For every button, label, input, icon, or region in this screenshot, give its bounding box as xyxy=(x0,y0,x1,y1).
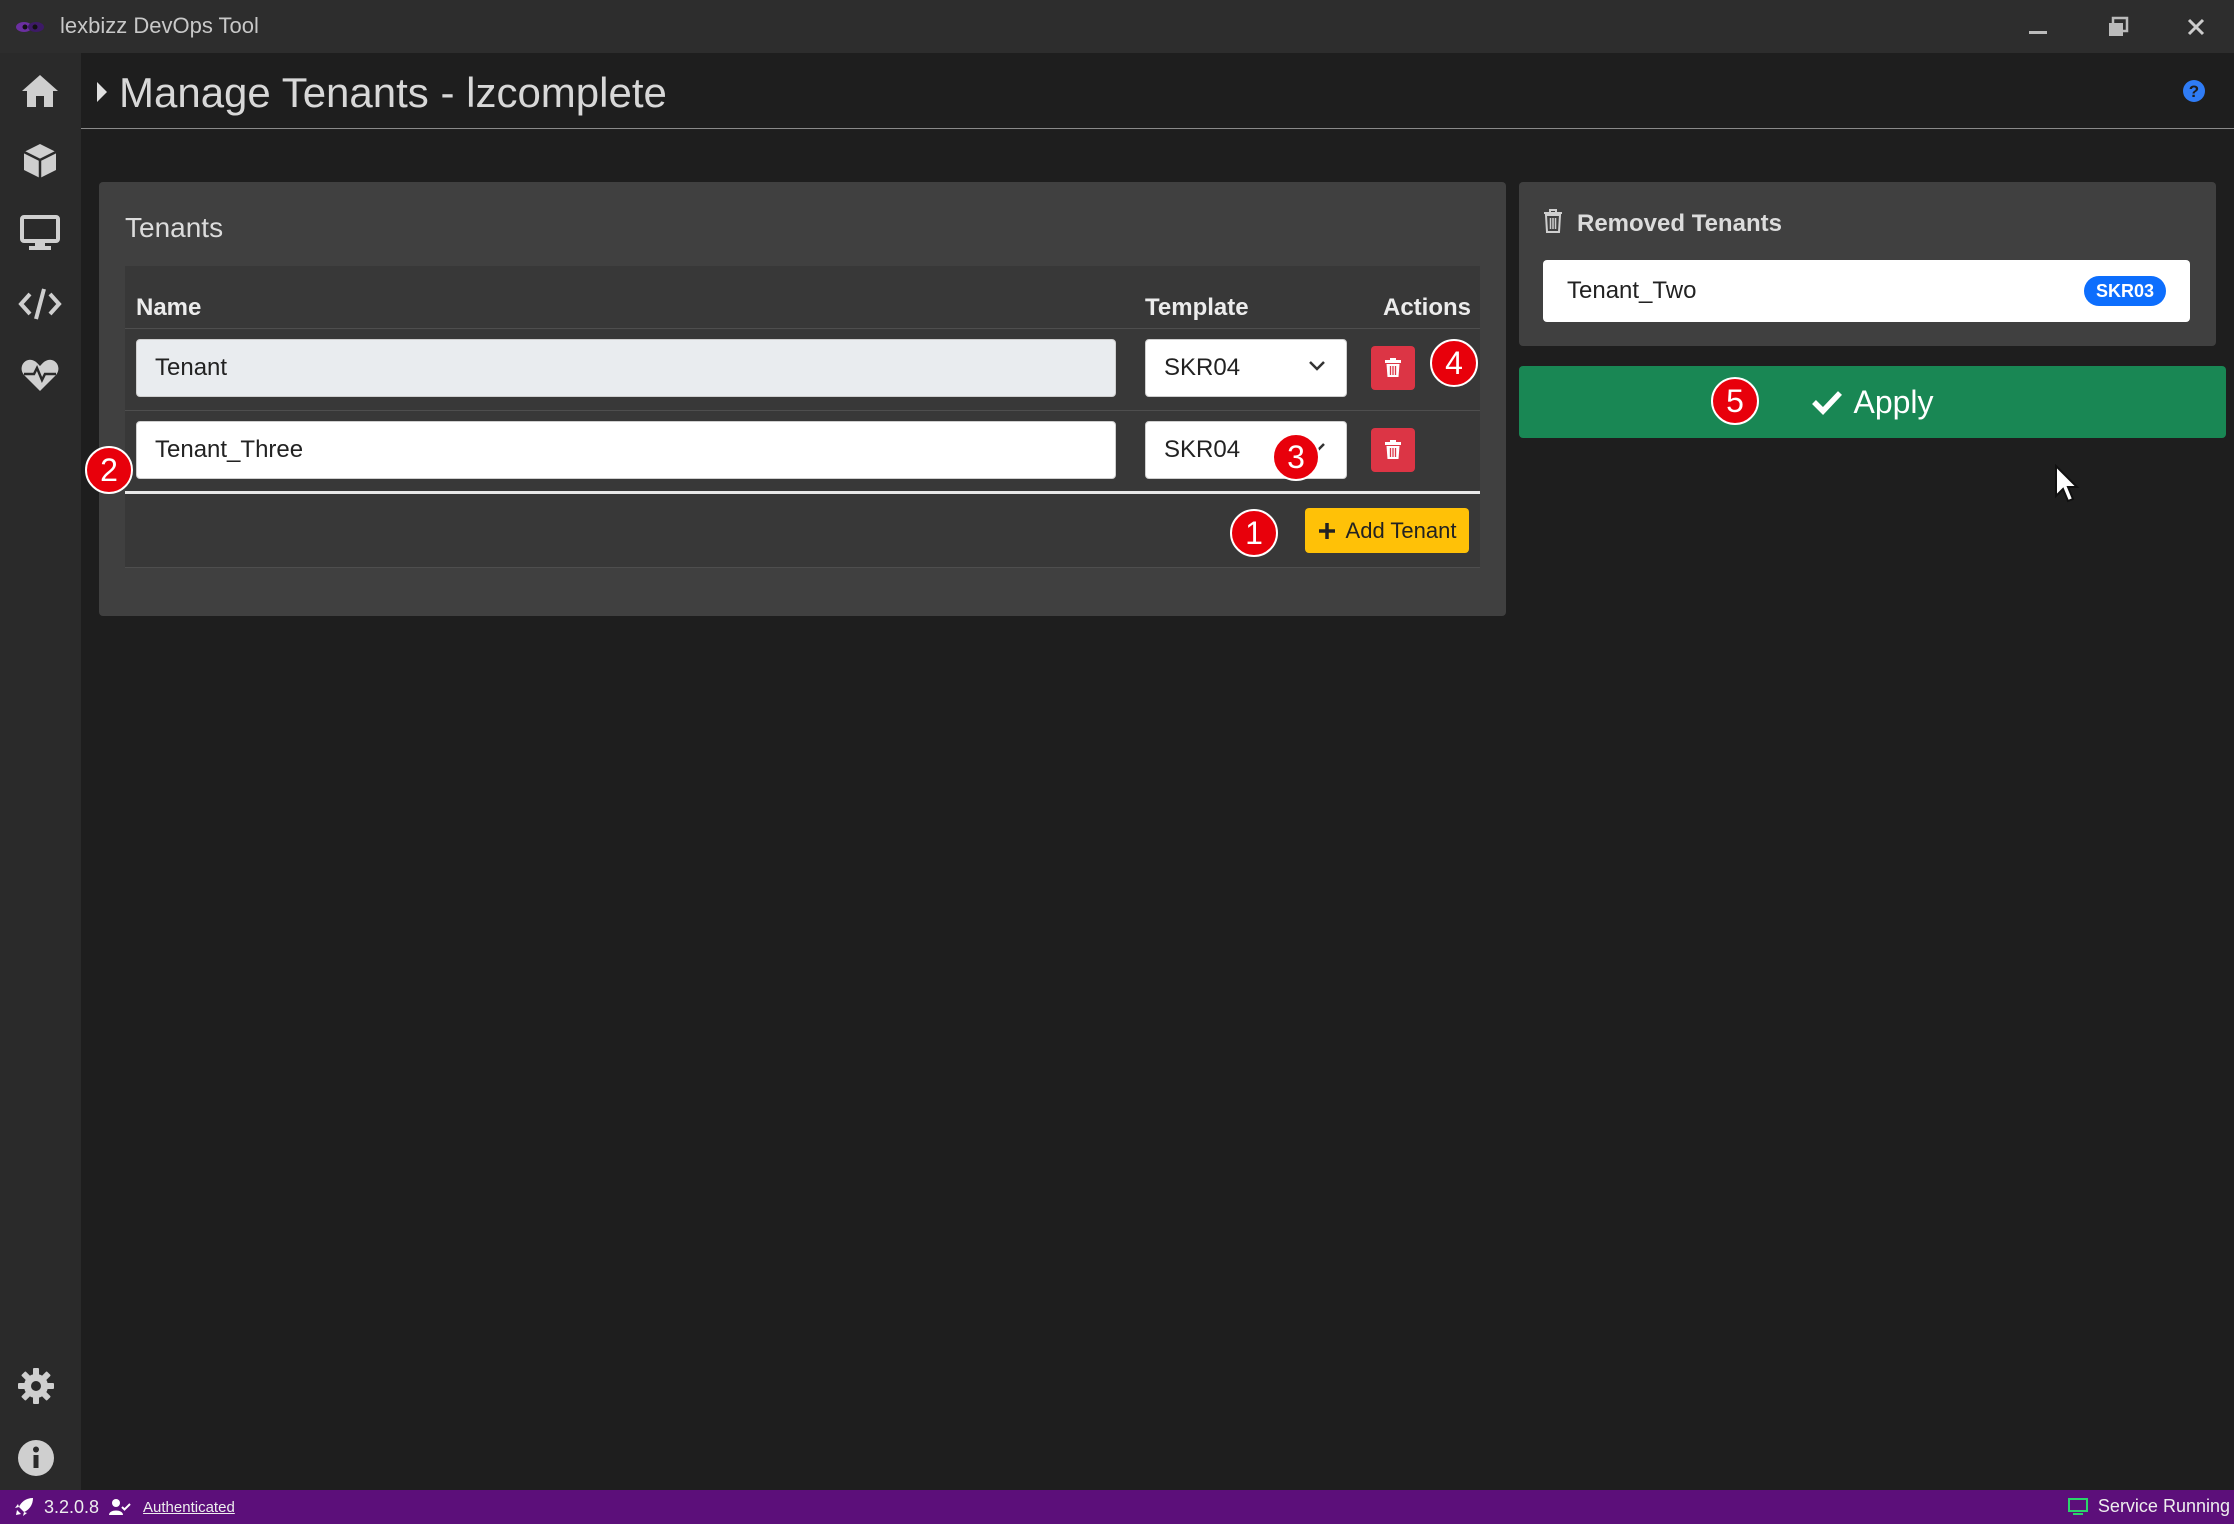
gear-icon xyxy=(18,1368,54,1404)
heartbeat-icon xyxy=(21,359,59,391)
service-status: Service Running xyxy=(2067,1496,2230,1517)
sidebar-item-packages[interactable] xyxy=(16,137,64,185)
caret-right-icon[interactable] xyxy=(95,80,109,104)
sidebar-item-instances[interactable] xyxy=(16,209,64,257)
mouse-cursor-icon xyxy=(2055,464,2080,503)
column-header-template: Template xyxy=(1145,294,1249,321)
column-header-name: Name xyxy=(136,294,202,321)
step-marker-4: 4 xyxy=(1430,339,1478,387)
app-logo-icon xyxy=(16,22,44,32)
server-icon xyxy=(2067,1497,2088,1515)
row-divider xyxy=(125,328,1480,329)
restore-icon xyxy=(2109,16,2129,36)
template-select-value: SKR04 xyxy=(1164,354,1241,381)
tenants-card: Tenants Name Template Actions Tenant SKR… xyxy=(99,182,1506,616)
version-label: 3.2.0.8 xyxy=(44,1496,100,1517)
tenants-card-title: Tenants xyxy=(125,212,224,243)
restore-button[interactable] xyxy=(2098,10,2138,44)
table-footer-divider xyxy=(125,491,1480,494)
trash-outline-icon xyxy=(1544,209,1562,233)
status-bar: 3.2.0.8 Authenticated Service Running xyxy=(0,1490,2234,1524)
delete-tenant-button[interactable] xyxy=(1371,346,1415,390)
chevron-down-icon xyxy=(1309,361,1325,371)
minimize-icon xyxy=(2029,31,2047,34)
step-marker-2: 2 xyxy=(85,446,133,494)
row-divider xyxy=(125,567,1480,568)
auth-status-link[interactable]: Authenticated xyxy=(143,1499,235,1516)
check-icon xyxy=(1812,391,1843,415)
close-button[interactable] xyxy=(2176,10,2216,44)
rocket-icon xyxy=(15,1498,33,1516)
page-header: Manage Tenants - lzcomplete ? xyxy=(81,53,2234,129)
apply-button[interactable]: Apply xyxy=(1519,366,2226,438)
close-icon xyxy=(2187,18,2205,36)
trash-icon xyxy=(1385,440,1401,459)
title-bar: lexbizz DevOps Tool xyxy=(0,0,2234,53)
tenants-table: Name Template Actions Tenant SKR04 Tenan… xyxy=(125,266,1480,568)
tenant-name-input[interactable]: Tenant xyxy=(136,339,1116,397)
cube-icon xyxy=(23,144,57,178)
window-title: lexbizz DevOps Tool xyxy=(60,13,259,38)
tenant-name-input[interactable]: Tenant_Three xyxy=(136,421,1116,479)
row-divider xyxy=(125,410,1480,411)
delete-tenant-button[interactable] xyxy=(1371,428,1415,472)
sidebar-item-code[interactable] xyxy=(16,280,64,328)
trash-icon xyxy=(1385,358,1401,377)
service-status-label: Service Running xyxy=(2097,1496,2230,1516)
column-header-actions: Actions xyxy=(1383,294,1472,321)
removed-tenants-card: Removed Tenants Tenant_Two SKR03 xyxy=(1519,182,2216,346)
add-tenant-label: Add Tenant xyxy=(1345,517,1457,543)
template-badge: SKR03 xyxy=(2083,276,2166,306)
plus-icon xyxy=(1318,522,1335,539)
sidebar xyxy=(0,53,81,1490)
sidebar-item-home[interactable] xyxy=(16,67,64,115)
sidebar-item-health[interactable] xyxy=(16,351,64,399)
home-icon xyxy=(22,75,58,107)
removed-tenant-name: Tenant_Two xyxy=(1567,277,1697,304)
step-marker-1: 1 xyxy=(1230,509,1278,557)
user-check-icon xyxy=(109,1499,131,1515)
removed-tenants-title: Removed Tenants xyxy=(1577,210,1782,237)
code-icon xyxy=(18,288,62,320)
info-icon xyxy=(18,1440,54,1476)
removed-tenant-item[interactable]: Tenant_Two SKR03 xyxy=(1543,260,2190,322)
add-tenant-button[interactable]: Add Tenant xyxy=(1305,508,1469,553)
template-select[interactable]: SKR04 xyxy=(1145,339,1347,397)
page-title: Manage Tenants - lzcomplete xyxy=(119,69,667,116)
help-icon[interactable]: ? xyxy=(2182,79,2206,103)
minimize-button[interactable] xyxy=(2018,10,2058,44)
sidebar-item-settings[interactable] xyxy=(12,1362,60,1410)
apply-button-label: Apply xyxy=(1853,383,1934,420)
step-marker-5: 5 xyxy=(1711,377,1759,425)
svg-text:?: ? xyxy=(2189,82,2199,101)
monitor-icon xyxy=(20,215,60,250)
sidebar-item-info[interactable] xyxy=(12,1434,60,1482)
template-select-value: SKR04 xyxy=(1164,436,1241,463)
step-marker-3: 3 xyxy=(1272,433,1320,481)
